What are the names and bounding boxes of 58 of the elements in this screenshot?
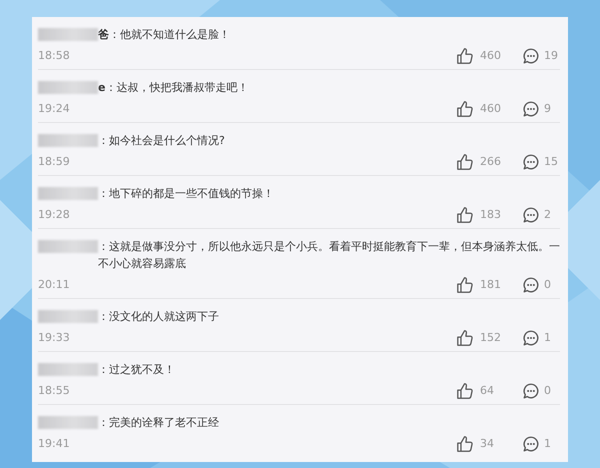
comment-text: ：没文化的人就这两下子	[98, 309, 220, 325]
reply-count: 0	[544, 278, 552, 291]
reply-count: 0	[544, 384, 552, 397]
blurred-name	[38, 416, 98, 429]
like-count: 266	[480, 155, 502, 168]
like-count: 460	[480, 49, 502, 62]
reply-count: 1	[544, 437, 552, 450]
comment-time: 18:59	[38, 155, 71, 168]
thumbs-up-icon[interactable]	[456, 434, 474, 452]
comment-icon[interactable]	[522, 328, 540, 346]
thumbs-up-icon[interactable]	[456, 206, 474, 224]
comment-icon[interactable]	[522, 382, 540, 400]
comment-time: 19:41	[38, 437, 71, 450]
like-count: 460	[480, 102, 502, 115]
comment-time: 18:58	[38, 49, 71, 62]
reply-count: 2	[544, 208, 552, 221]
comment-time: 19:24	[38, 102, 71, 115]
reply-count: 15	[544, 155, 559, 168]
comment-text: ：地下碎的都是一些不值钱的节操！	[98, 186, 275, 202]
thumbs-up-icon[interactable]	[456, 382, 474, 400]
like-count: 152	[480, 331, 502, 344]
comment-text: ：过之犹不及！	[98, 362, 176, 378]
comment-icon[interactable]	[522, 434, 540, 452]
comment-icon[interactable]	[522, 206, 540, 224]
user-name: e	[98, 80, 106, 96]
comment-icon[interactable]	[522, 276, 540, 294]
like-count: 64	[480, 384, 495, 397]
blurred-name	[38, 81, 98, 94]
thumbs-up-icon[interactable]	[456, 100, 474, 118]
blurred-name	[38, 310, 98, 323]
like-count: 181	[480, 278, 502, 291]
comment-text: ：他就不知道什么是脸！	[109, 27, 231, 43]
comment-icon[interactable]	[522, 152, 540, 170]
comment-time: 19:33	[38, 331, 71, 344]
comment-time: 20:11	[38, 278, 71, 291]
comment-text: ：完美的诠释了老不正经	[98, 415, 220, 431]
comment-time: 19:28	[38, 208, 71, 221]
like-count: 183	[480, 208, 502, 221]
reply-count: 19	[544, 49, 559, 62]
reply-count: 9	[544, 102, 552, 115]
comment-time: 18:55	[38, 384, 71, 397]
thumbs-up-icon[interactable]	[456, 46, 474, 64]
blurred-name	[38, 187, 98, 200]
comment-icon[interactable]	[522, 46, 540, 64]
like-count: 34	[480, 437, 495, 450]
blurred-name	[38, 134, 98, 147]
blurred-name	[38, 363, 98, 376]
blurred-name	[38, 240, 98, 253]
blurred-name	[38, 28, 98, 41]
comment-text: ：达叔，快把我潘叔带走吧！	[105, 80, 250, 96]
user-name: 爸	[98, 27, 109, 43]
comment-icon[interactable]	[522, 100, 540, 118]
reply-count: 1	[544, 331, 552, 344]
comment-text: ：这就是做事没分寸，所以他永远只是个小兵。看着平时挺能教育下一辈，但本身涵养太低。一不小心就容易露底	[98, 239, 560, 272]
thumbs-up-icon[interactable]	[456, 328, 474, 346]
thumbs-up-icon[interactable]	[456, 276, 474, 294]
comment-text: ：如今社会是什么个情况?	[98, 133, 226, 149]
thumbs-up-icon[interactable]	[456, 152, 474, 170]
